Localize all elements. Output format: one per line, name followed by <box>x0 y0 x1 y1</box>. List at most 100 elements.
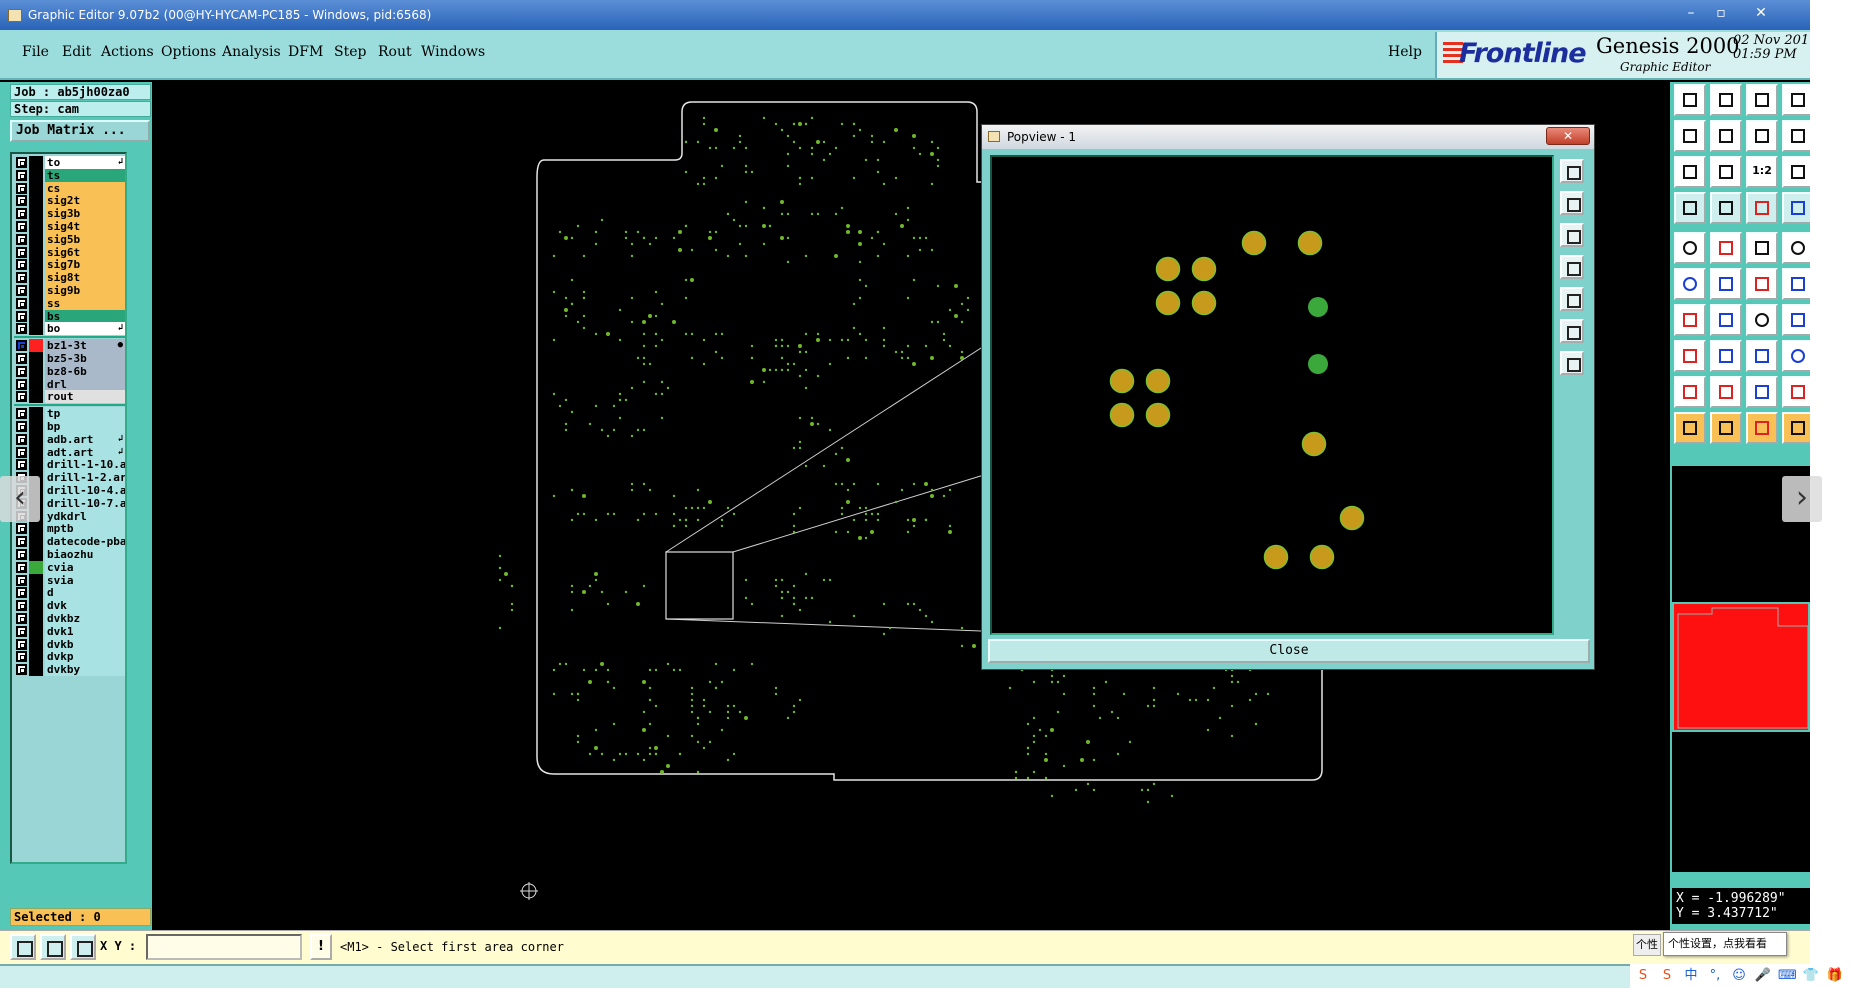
tool-bracket-icon[interactable] <box>1782 304 1810 336</box>
layer-row[interactable]: svia <box>14 573 125 587</box>
layer-row[interactable]: dvk1 <box>14 624 125 638</box>
layer-name[interactable]: biaozhu <box>45 548 125 561</box>
layer-row[interactable]: adt.art ↲ <box>14 445 125 459</box>
tool-pad-icon[interactable] <box>1674 232 1706 264</box>
voice-icon[interactable]: 🎤 <box>1754 967 1772 985</box>
layer-checkbox[interactable] <box>16 638 27 650</box>
menu-rout[interactable]: Rout <box>378 44 412 60</box>
chinese-mode-icon[interactable]: 中 <box>1682 967 1700 985</box>
layer-row[interactable]: cs <box>14 181 125 195</box>
tool-line-icon[interactable] <box>1746 232 1778 264</box>
tool-grid-icon[interactable] <box>1782 84 1810 116</box>
punctuation-icon[interactable]: °, <box>1706 967 1724 985</box>
layer-row[interactable]: dvkb <box>14 637 125 651</box>
layer-row[interactable]: sig4t <box>14 220 125 233</box>
layer-color-swatch[interactable] <box>29 232 43 246</box>
layer-row[interactable]: bs <box>14 309 125 323</box>
layer-checkbox[interactable] <box>16 391 27 403</box>
layer-row[interactable]: bz8-6b <box>14 364 125 378</box>
tool-pan-left-icon[interactable] <box>1674 120 1706 152</box>
tool-center-icon[interactable] <box>1710 156 1742 188</box>
layer-row[interactable]: ts <box>14 168 125 182</box>
layer-row[interactable]: dvkby <box>14 663 125 677</box>
tool-triangle-icon[interactable] <box>1674 376 1706 408</box>
menu-dfm[interactable]: DFM <box>288 44 323 60</box>
tool-resize-icon[interactable] <box>1746 340 1778 372</box>
layer-checkbox[interactable] <box>16 233 27 245</box>
sogou-alt-icon[interactable]: S <box>1658 967 1676 985</box>
tool-cross-icon[interactable] <box>1710 268 1742 300</box>
tool-pad-add-icon[interactable] <box>1674 340 1706 372</box>
layer-name[interactable]: adt.art ↲ <box>45 445 125 459</box>
layer-checkbox[interactable] <box>16 157 27 168</box>
popview-close-button[interactable]: Close <box>988 639 1590 663</box>
layer-checkbox[interactable] <box>16 446 27 458</box>
menu-options[interactable]: Options <box>161 44 216 60</box>
layer-name[interactable]: to ↲ <box>45 156 125 169</box>
layer-color-swatch[interactable] <box>29 535 43 549</box>
popview-close-x-button[interactable]: ✕ <box>1546 127 1590 145</box>
layer-name[interactable]: bz5-3b <box>45 352 125 365</box>
layer-row[interactable]: bo ↲ <box>14 322 125 336</box>
layer-checkbox[interactable] <box>16 246 27 258</box>
layer-name[interactable]: sig8t <box>45 271 125 285</box>
alert-button[interactable]: ! <box>310 934 332 960</box>
layer-color-swatch[interactable] <box>29 420 43 433</box>
layer-name[interactable]: cs <box>45 181 125 195</box>
menu-step[interactable]: Step <box>334 44 366 60</box>
tool-text-a-red-icon[interactable] <box>1782 376 1810 408</box>
tool-query-icon[interactable] <box>1782 156 1810 188</box>
layer-color-swatch[interactable] <box>29 522 43 536</box>
measure-mode-icon[interactable] <box>40 934 66 960</box>
job-matrix-button[interactable]: Job Matrix ... <box>10 120 150 142</box>
layer-name[interactable]: dvk1 <box>45 624 125 638</box>
layer-color-swatch[interactable] <box>29 339 43 353</box>
minimize-button[interactable]: – <box>1678 5 1704 23</box>
layer-name[interactable]: dvkb <box>45 637 125 651</box>
layer-row[interactable]: dvkp <box>14 650 125 664</box>
layer-checkbox[interactable] <box>16 523 27 535</box>
tool-measure-icon[interactable] <box>1674 192 1706 224</box>
layer-row[interactable]: dvkbz <box>14 612 125 625</box>
tool-snap-grid-icon[interactable] <box>1710 192 1742 224</box>
popview-canvas[interactable] <box>990 155 1554 635</box>
layer-checkbox[interactable] <box>16 272 27 284</box>
layer-checkbox[interactable] <box>16 664 27 676</box>
menu-windows[interactable]: Windows <box>421 44 485 60</box>
tool-pan-right-icon[interactable] <box>1710 120 1742 152</box>
layer-color-swatch[interactable] <box>29 156 43 169</box>
emoji-icon[interactable]: ☺ <box>1730 967 1748 985</box>
tool-layers-red-icon[interactable] <box>1746 192 1778 224</box>
layer-color-swatch[interactable] <box>29 207 43 221</box>
layer-checkbox[interactable] <box>16 459 27 471</box>
snap-mode-icon[interactable] <box>10 934 36 960</box>
layer-color-swatch[interactable] <box>29 245 43 259</box>
layer-checkbox[interactable] <box>16 259 27 271</box>
layer-checkbox[interactable] <box>16 195 27 207</box>
layer-name[interactable]: sig5b <box>45 232 125 246</box>
tool-gear-icon[interactable] <box>1782 340 1810 372</box>
popview-pan-right-icon[interactable] <box>1560 287 1584 311</box>
layer-name[interactable]: mptb <box>45 522 125 536</box>
layer-color-swatch[interactable] <box>29 322 43 336</box>
layer-color-swatch[interactable] <box>29 309 43 323</box>
layer-row[interactable]: sig3b <box>14 207 125 221</box>
menu-help[interactable]: Help <box>1388 44 1422 60</box>
layer-name[interactable]: bp <box>45 420 125 433</box>
layer-checkbox[interactable] <box>16 353 27 364</box>
layer-checkbox[interactable] <box>16 625 27 637</box>
layer-checkbox[interactable] <box>16 221 27 232</box>
layer-row[interactable]: adb.art ↲ <box>14 432 125 446</box>
layer-name[interactable]: dvk <box>45 599 125 613</box>
layer-name[interactable]: datecode-pba <box>45 535 125 549</box>
layer-row[interactable]: to ↲ <box>14 156 125 169</box>
layer-name[interactable]: dvkby <box>45 663 125 677</box>
layer-checkbox[interactable] <box>16 408 27 420</box>
layer-name[interactable]: drill-1-10.a <box>45 458 125 472</box>
layer-row[interactable]: ss <box>14 296 125 310</box>
tool-ratio-button[interactable]: 1:2 <box>1746 156 1778 188</box>
layer-row[interactable]: datecode-pba <box>14 535 125 549</box>
layer-row[interactable]: drill-1-10.a <box>14 458 125 472</box>
close-window-button[interactable]: ✕ <box>1748 5 1774 23</box>
gift-icon[interactable]: 🎁 <box>1826 967 1844 985</box>
